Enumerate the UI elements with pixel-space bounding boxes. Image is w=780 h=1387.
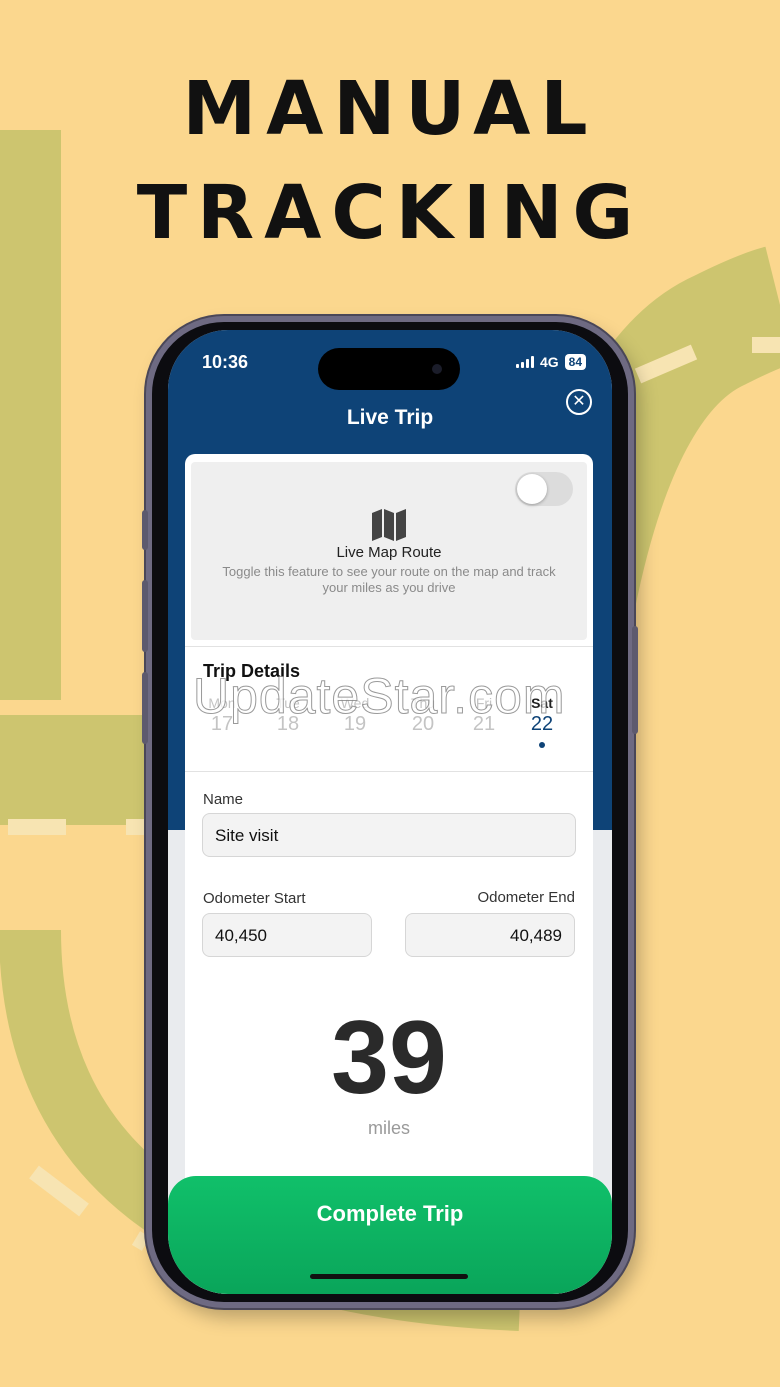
- distance-unit: miles: [367, 1118, 410, 1138]
- live-map-description: Toggle this feature to see your route on…: [222, 564, 556, 595]
- live-map-title: Live Map Route: [336, 544, 442, 561]
- status-indicators: 4G 84: [515, 354, 586, 370]
- odometer-start-field[interactable]: 40,450: [202, 913, 372, 957]
- status-time: 10:36: [202, 352, 249, 372]
- live-map-toggle[interactable]: [515, 472, 573, 506]
- signal-icon: [515, 356, 534, 368]
- close-icon: ✕: [572, 393, 586, 410]
- app-screen: 10:36 4G 84 Live Trip ✕ Live Map Route T…: [168, 330, 612, 1294]
- headline-line-2: TRACKING: [136, 170, 644, 256]
- toggle-knob: [517, 474, 547, 504]
- phone-power-button: [632, 626, 638, 734]
- live-map-panel: Live Map Route Toggle this feature to se…: [191, 462, 587, 640]
- headline-line-1: MANUAL: [182, 66, 598, 152]
- home-indicator: [310, 1274, 468, 1279]
- battery-icon: 84: [564, 354, 586, 370]
- map-icon: [372, 509, 406, 541]
- page-title: Live Trip: [346, 406, 434, 429]
- odometer-end-label: Odometer End: [477, 889, 575, 906]
- distance-value: 39: [331, 1000, 447, 1116]
- network-label: 4G: [539, 354, 559, 370]
- phone-side-button: [142, 510, 148, 550]
- name-field[interactable]: Site visit: [202, 813, 576, 857]
- watermark: UpdateStar.com: [193, 668, 566, 725]
- odometer-end-field[interactable]: 40,489: [405, 913, 575, 957]
- trip-card: Live Map Route Toggle this feature to se…: [185, 454, 593, 1294]
- close-button[interactable]: ✕: [566, 389, 592, 415]
- phone-volume-down: [142, 672, 148, 744]
- phone-volume-up: [142, 580, 148, 652]
- selected-day-dot: [539, 742, 545, 748]
- camera-icon: [432, 364, 442, 374]
- name-label: Name: [203, 791, 244, 808]
- dynamic-island: [318, 348, 460, 390]
- trip-details-section: Trip Details Mon 17 Tue 18 Wed 19 Thu 20 Fri…: [185, 646, 593, 772]
- odometer-start-label: Odometer Start: [203, 890, 306, 907]
